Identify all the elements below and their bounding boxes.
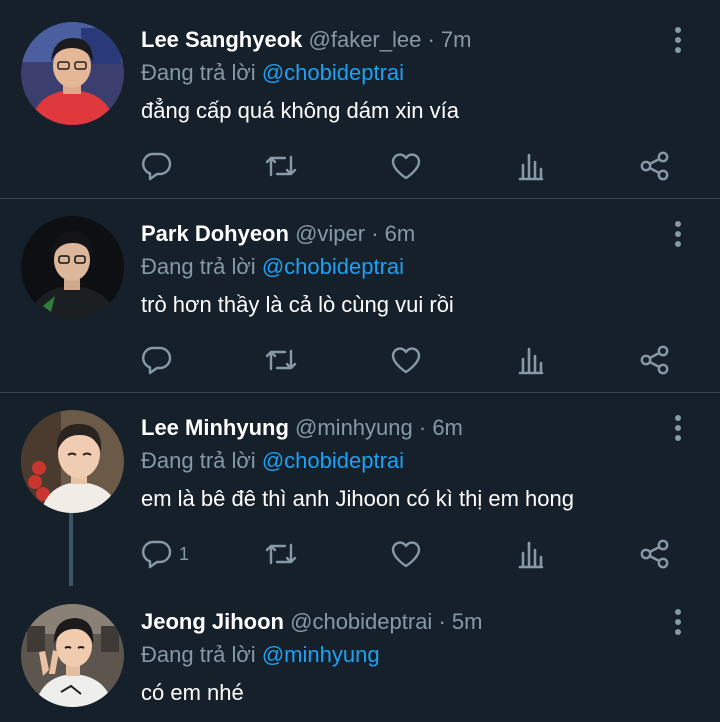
tweet[interactable]: Jeong Jihoon @chobideptrai · 5m Đang trả… [0, 582, 720, 722]
reply-button[interactable] [139, 148, 179, 184]
tweet[interactable]: Lee Sanghyeok @faker_lee · 7m Đang trả l… [0, 0, 720, 198]
retweet-icon [265, 349, 297, 371]
retweet-icon [265, 155, 297, 177]
more-icon[interactable] [666, 220, 690, 248]
reply-prefix: Đang trả lời [141, 448, 256, 473]
like-button[interactable] [389, 342, 423, 378]
heart-icon [391, 153, 421, 180]
reply-prefix: Đang trả lời [141, 60, 256, 85]
retweet-button[interactable] [263, 342, 299, 378]
avatar[interactable] [21, 410, 124, 513]
mention-link[interactable]: @chobideptrai [262, 448, 404, 473]
tweet-text: đẳng cấp quá không dám xin vía [141, 98, 460, 123]
tweet-header: Lee Minhyung @minhyung · 6m [141, 414, 463, 442]
reply-context: Đang trả lời @minhyung [141, 641, 380, 669]
stats-icon [518, 153, 544, 181]
stats-icon [518, 347, 544, 375]
like-button[interactable] [389, 536, 423, 572]
stats-button[interactable] [515, 536, 547, 572]
share-button[interactable] [638, 342, 672, 378]
share-icon [640, 539, 669, 569]
tweet-header: Lee Sanghyeok @faker_lee · 7m [141, 26, 471, 54]
mention-link[interactable]: @chobideptrai [262, 60, 404, 85]
reply-prefix: Đang trả lời [141, 254, 256, 279]
handle[interactable]: @faker_lee [309, 27, 422, 52]
action-bar: 1 [0, 536, 720, 572]
handle[interactable]: @viper [295, 221, 365, 246]
share-button[interactable] [638, 148, 672, 184]
tweet-text: em là bê đê thì anh Jihoon có kì thị em … [141, 486, 574, 511]
share-icon [640, 151, 669, 181]
display-name[interactable]: Park Dohyeon [141, 221, 289, 246]
stats-button[interactable] [515, 342, 547, 378]
avatar[interactable] [21, 22, 124, 125]
retweet-button[interactable] [263, 148, 299, 184]
reply-context: Đang trả lời @chobideptrai [141, 59, 404, 87]
reply-context: Đang trả lời @chobideptrai [141, 253, 404, 281]
share-button[interactable] [638, 536, 672, 572]
reply-count: 1 [179, 543, 190, 564]
more-icon[interactable] [666, 26, 690, 54]
retweet-button[interactable] [263, 536, 299, 572]
tweet[interactable]: Park Dohyeon @viper · 6m Đang trả lời @c… [0, 194, 720, 392]
reply-context: Đang trả lời @chobideptrai [141, 447, 404, 475]
reply-button[interactable] [139, 342, 179, 378]
retweet-icon [265, 543, 297, 565]
tweet-header: Jeong Jihoon @chobideptrai · 5m [141, 608, 482, 636]
handle[interactable]: @chobideptrai [290, 609, 432, 634]
avatar[interactable] [21, 216, 124, 319]
stats-button[interactable] [515, 148, 547, 184]
more-icon[interactable] [666, 414, 690, 442]
timestamp[interactable]: · 6m [371, 221, 415, 246]
reply-icon [142, 152, 172, 181]
reply-button[interactable]: 1 [139, 536, 189, 572]
timestamp[interactable]: · 7m [427, 27, 471, 52]
reply-prefix: Đang trả lời [141, 642, 256, 667]
display-name[interactable]: Jeong Jihoon [141, 609, 284, 634]
more-icon[interactable] [666, 608, 690, 636]
heart-icon [391, 347, 421, 374]
stats-icon [518, 541, 544, 569]
tweet-header: Park Dohyeon @viper · 6m [141, 220, 415, 248]
timestamp[interactable]: · 5m [438, 609, 482, 634]
tweet[interactable]: Lee Minhyung @minhyung · 6m Đang trả lời… [0, 388, 720, 586]
like-button[interactable] [389, 148, 423, 184]
heart-icon [391, 541, 421, 568]
mention-link[interactable]: @chobideptrai [262, 254, 404, 279]
display-name[interactable]: Lee Minhyung [141, 415, 289, 440]
mention-link[interactable]: @minhyung [262, 642, 380, 667]
display-name[interactable]: Lee Sanghyeok [141, 27, 302, 52]
avatar[interactable] [21, 604, 124, 707]
action-bar [0, 342, 720, 378]
action-bar [0, 148, 720, 184]
reply-icon [142, 346, 172, 375]
tweet-text: trò hơn thầy là cả lò cùng vui rồi [141, 292, 454, 317]
reply-icon [142, 540, 172, 569]
timestamp[interactable]: · 6m [419, 415, 463, 440]
tweet-text: có em nhé [141, 680, 244, 705]
handle[interactable]: @minhyung [295, 415, 413, 440]
share-icon [640, 345, 669, 375]
